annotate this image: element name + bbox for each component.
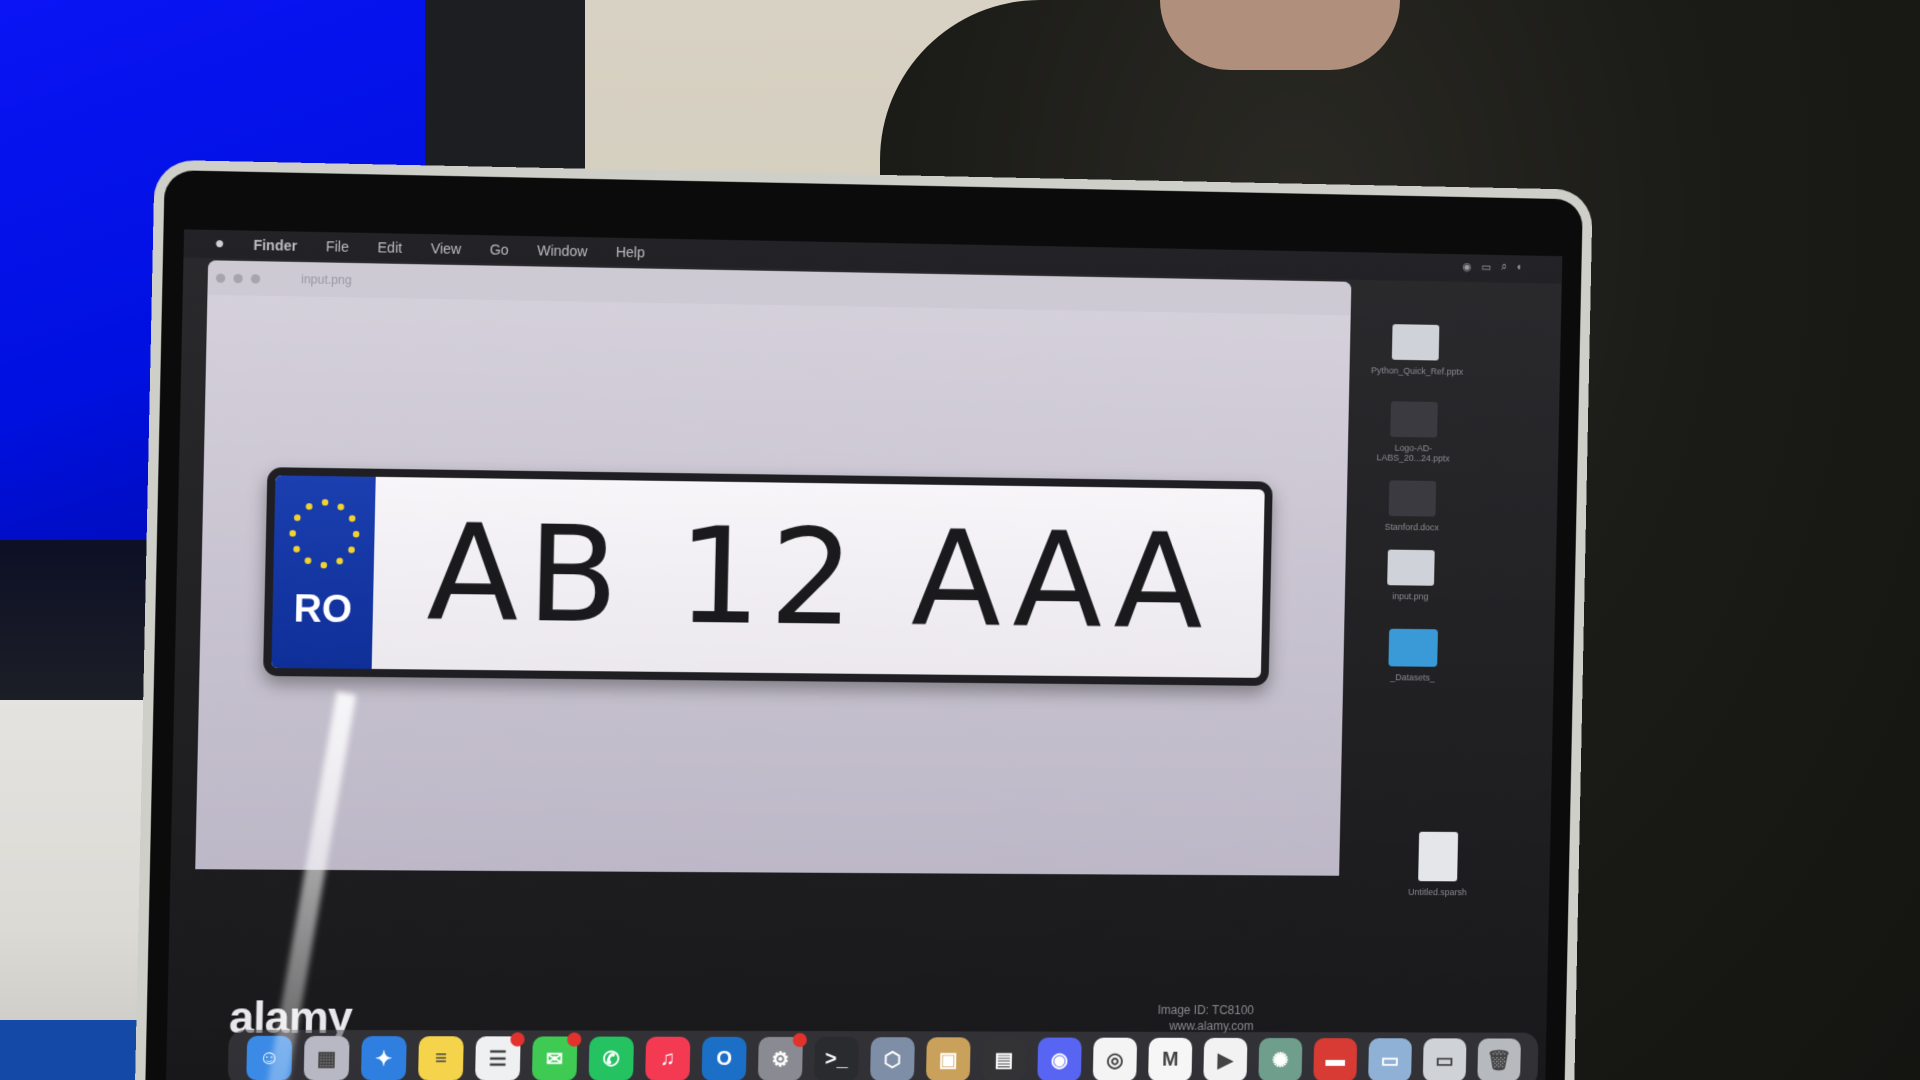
file-thumbnail xyxy=(1388,480,1437,517)
desktop-file-label: Python_Quick_Ref.pptx xyxy=(1370,365,1464,377)
desktop-file-label: Untitled.sparsh xyxy=(1408,887,1467,898)
person-neck xyxy=(1160,0,1400,70)
document-icon xyxy=(1418,831,1459,882)
preview-window: input.png RO AB 12 AAA xyxy=(195,260,1352,876)
menu-window[interactable]: Window xyxy=(537,242,588,259)
youtube-glyph: ▶ xyxy=(1217,1049,1234,1072)
messages-glyph: ✉ xyxy=(545,1048,564,1071)
laptop: ● Finder File Edit View Go Window Help ◉… xyxy=(134,159,1593,1080)
file-thumbnail xyxy=(1390,401,1438,438)
discord-icon[interactable]: ◉ xyxy=(1037,1037,1082,1080)
minimize-window-button[interactable] xyxy=(233,273,243,283)
xcode-icon[interactable]: ⬡ xyxy=(870,1037,915,1080)
preview-icon[interactable]: ▭ xyxy=(1368,1038,1412,1080)
whatsapp-icon[interactable]: ✆ xyxy=(588,1036,634,1080)
trash-icon[interactable]: 🗑 xyxy=(1477,1038,1521,1080)
gmail-glyph: M xyxy=(1161,1048,1179,1071)
chatgpt-icon[interactable]: ✺ xyxy=(1258,1037,1303,1080)
music-glyph: ♫ xyxy=(660,1047,676,1070)
watermark-image-id: Image ID: TC8100 xyxy=(1157,1002,1255,1018)
desktop-file-label: input.png xyxy=(1392,591,1429,602)
desktop-file-icon[interactable]: input.png xyxy=(1366,549,1455,602)
folder-icon xyxy=(1388,628,1438,667)
desktop-file-label: Stanford.docx xyxy=(1384,521,1439,533)
chatgpt-glyph: ✺ xyxy=(1271,1049,1289,1072)
outlook-icon[interactable]: O xyxy=(701,1036,747,1080)
desktop-file-icon[interactable]: Untitled.sparsh xyxy=(1393,831,1482,898)
settings-glyph: ⚙ xyxy=(771,1048,790,1071)
settings-icon[interactable]: ⚙ xyxy=(757,1032,808,1080)
alamy-watermark-id: Image ID: TC8100 www.alamy.com xyxy=(1157,1002,1254,1034)
music-icon[interactable]: ♫ xyxy=(645,1036,691,1080)
menu-help[interactable]: Help xyxy=(616,244,645,261)
notes-icon[interactable]: ≡ xyxy=(418,1036,464,1080)
file-thumbnail xyxy=(1387,549,1435,586)
terminal-glyph: >_ xyxy=(824,1047,849,1070)
menu-finder[interactable]: Finder xyxy=(253,237,297,254)
desktop-folder-label: _Datasets_ xyxy=(1390,672,1435,683)
preview-glyph: ▭ xyxy=(1380,1049,1400,1072)
license-plate: RO AB 12 AAA xyxy=(263,467,1273,686)
safari-glyph: ✦ xyxy=(375,1047,393,1070)
archive-glyph: ▣ xyxy=(938,1048,958,1071)
apple-menu-icon[interactable]: ● xyxy=(214,235,224,253)
zoom-window-button[interactable] xyxy=(250,273,261,284)
desktop-folder-icon[interactable]: _Datasets_ xyxy=(1369,628,1458,683)
app-red-glyph: ▬ xyxy=(1325,1048,1346,1071)
launchpad-glyph: ▦ xyxy=(316,1047,337,1070)
close-window-button[interactable] xyxy=(215,273,226,283)
whatsapp-glyph: ✆ xyxy=(602,1048,620,1071)
downloads-glyph: ▭ xyxy=(1435,1049,1455,1072)
chrome-glyph: ◎ xyxy=(1106,1049,1124,1072)
status-menus: ◉ ▭ ⌕ ◐ xyxy=(1462,260,1523,274)
menu-edit[interactable]: Edit xyxy=(377,239,402,256)
notification-badge xyxy=(510,1032,525,1047)
menu-go[interactable]: Go xyxy=(490,241,509,257)
app-red-icon[interactable]: ▬ xyxy=(1313,1038,1358,1080)
chrome-icon[interactable]: ◎ xyxy=(1092,1037,1138,1080)
control-center-icon[interactable]: ◐ xyxy=(1517,261,1524,274)
notification-badge xyxy=(567,1032,582,1047)
gmail-icon[interactable]: M xyxy=(1148,1037,1193,1080)
xcode-glyph: ⬡ xyxy=(883,1048,902,1071)
wifi-icon[interactable]: ◉ xyxy=(1462,260,1472,273)
desktop-file-label: Logo-AD-LABS_20...24.pptx xyxy=(1376,442,1450,464)
desktop-file-icon[interactable]: Python_Quick_Ref.pptx xyxy=(1370,324,1464,377)
reminders-glyph: ☰ xyxy=(488,1047,508,1071)
dock: ☺ ▦ ✦ ≡ ☰ ✉ ✆ ♫ O ⚙ >_ ⬡ ▣ ▤ ◉ ◎ M ▶ ✺ ▬ ▭ ▭ 🗑 xyxy=(227,1029,1539,1080)
terminal-icon[interactable]: >_ xyxy=(814,1037,859,1080)
notification-badge xyxy=(792,1032,808,1048)
desktop-file-icon[interactable]: Stanford.docx xyxy=(1368,480,1457,533)
trash-glyph: 🗑 xyxy=(1486,1049,1512,1072)
desktop-file-icon[interactable]: Logo-AD-LABS_20...24.pptx xyxy=(1369,401,1458,464)
laptop-screen: ● Finder File Edit View Go Window Help ◉… xyxy=(165,229,1563,1080)
launchpad-icon[interactable]: ▦ xyxy=(303,1035,350,1080)
battery-icon[interactable]: ▭ xyxy=(1481,261,1491,274)
photo-scene: ● Finder File Edit View Go Window Help ◉… xyxy=(0,0,1920,1080)
search-icon[interactable]: ⌕ xyxy=(1501,261,1507,274)
eu-stars-icon xyxy=(289,499,360,569)
country-code: RO xyxy=(293,588,353,632)
safari-icon[interactable]: ✦ xyxy=(360,1036,407,1080)
monitor-base xyxy=(0,540,160,700)
archive-icon[interactable]: ▣ xyxy=(925,1037,971,1080)
downloads-icon[interactable]: ▭ xyxy=(1422,1038,1467,1080)
window-title: input.png xyxy=(301,272,352,288)
messages-icon[interactable]: ✉ xyxy=(531,1032,582,1080)
notes-glyph: ≡ xyxy=(434,1046,448,1070)
eu-band: RO xyxy=(271,475,376,669)
discord-glyph: ◉ xyxy=(1050,1049,1069,1071)
youtube-icon[interactable]: ▶ xyxy=(1203,1037,1248,1080)
menu-file[interactable]: File xyxy=(326,238,349,255)
calculator-glyph: ▤ xyxy=(994,1048,1014,1071)
file-thumbnail xyxy=(1391,324,1440,361)
reminders-icon[interactable]: ☰ xyxy=(475,1032,525,1080)
plate-number: AB 12 AAA xyxy=(425,495,1213,660)
menu-view[interactable]: View xyxy=(431,240,462,257)
outlook-glyph: O xyxy=(716,1047,733,1070)
calculator-icon[interactable]: ▤ xyxy=(981,1037,1027,1080)
